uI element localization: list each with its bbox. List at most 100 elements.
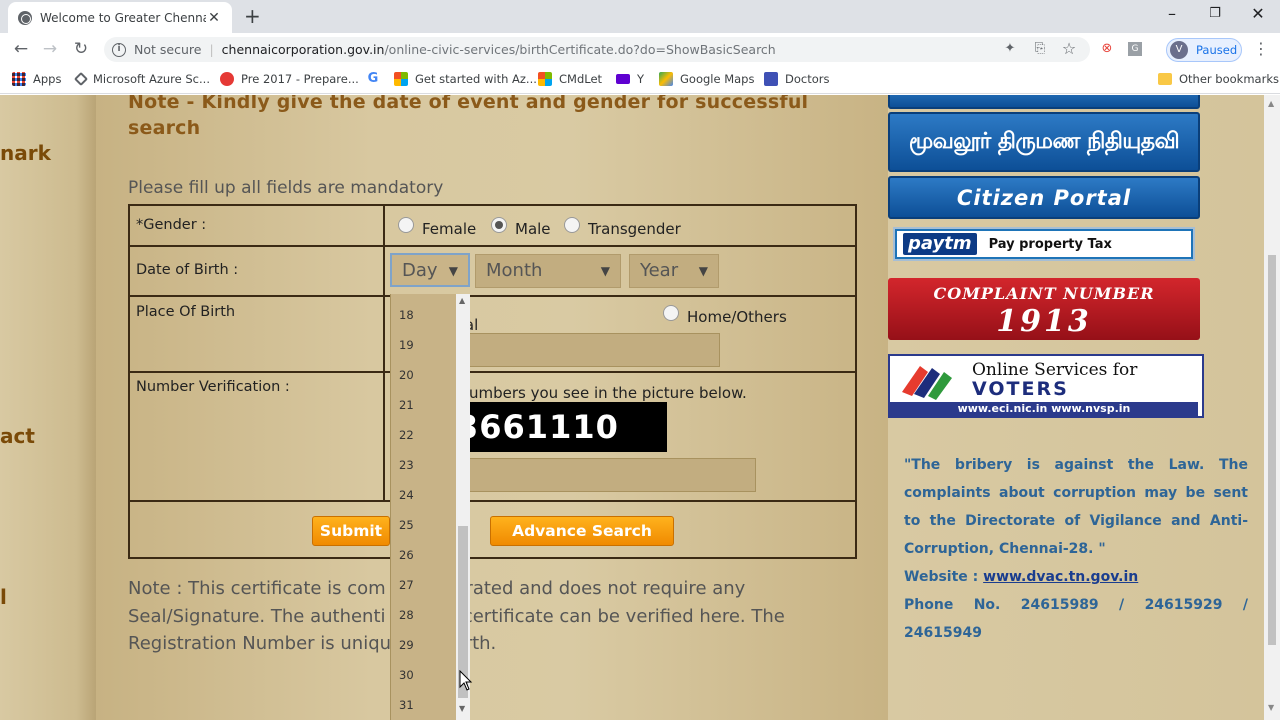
paytm-banner[interactable]: paytm Pay property Tax	[895, 229, 1193, 259]
folder-icon	[1158, 73, 1172, 85]
bookmark-cmdlet[interactable]: CMdLet	[538, 72, 602, 86]
restore-icon[interactable]: ❐	[1200, 6, 1230, 21]
top-banner-partial[interactable]	[888, 95, 1200, 109]
paytm-logo: paytm	[903, 233, 977, 255]
maps-icon	[659, 72, 673, 86]
month-select[interactable]: Month ▼	[475, 254, 621, 288]
bookmark-google[interactable]: G	[366, 72, 387, 86]
anti-corruption-notice: "The bribery is against the Law. The com…	[904, 457, 1248, 641]
advance-search-button[interactable]: Advance Search	[490, 516, 674, 546]
gender-transgender-radio[interactable]: Transgender	[564, 217, 681, 238]
bookmark-pre2017[interactable]: Pre 2017 - Prepare...	[220, 72, 359, 86]
dropdown-option-day[interactable]: 28	[399, 608, 414, 622]
dropdown-option-day[interactable]: 29	[399, 638, 414, 652]
dropdown-option-day[interactable]: 19	[399, 338, 414, 352]
dropdown-option-day[interactable]: 20	[399, 368, 414, 382]
dropdown-scrollbar[interactable]: ▲ ▼	[456, 294, 470, 720]
google-icon: G	[367, 71, 379, 86]
dropdown-option-day[interactable]: 21	[399, 398, 414, 412]
dropdown-option-day[interactable]: 27	[399, 578, 414, 592]
mail-icon	[616, 74, 630, 84]
verify-label: Number Verification :	[136, 379, 290, 395]
place-label: Place Of Birth	[136, 304, 236, 320]
chevron-down-icon: ▼	[600, 264, 610, 278]
left-menu-strip: nark act l	[0, 95, 96, 720]
dvac-website-link[interactable]: www.dvac.tn.gov.in	[983, 569, 1138, 585]
address-bar[interactable]: i Not secure | chennaicorporation.gov.in…	[104, 37, 1090, 62]
note-bottom: Note : This certificate is com nerated a…	[128, 578, 785, 654]
page-scrollbar[interactable]: ▲ ▼	[1264, 95, 1280, 720]
avatar: V	[1170, 41, 1188, 59]
left-menu-label[interactable]: l	[0, 585, 7, 609]
dropdown-option-day[interactable]: 18	[399, 308, 414, 322]
citizen-portal-banner[interactable]: Citizen Portal	[888, 176, 1200, 219]
apps-grid-icon	[12, 72, 26, 86]
profile-paused-button[interactable]: V Paused	[1166, 38, 1242, 62]
gender-male-radio[interactable]: Male	[491, 217, 551, 238]
bookmark-doctors[interactable]: Doctors	[764, 72, 829, 86]
page-scroll-thumb[interactable]	[1268, 255, 1276, 645]
bookmark-other[interactable]: Other bookmarks	[1158, 72, 1279, 86]
column-divider	[383, 206, 385, 500]
kebab-menu-icon[interactable]: ⋮	[1252, 40, 1270, 58]
tab-title: Welcome to Greater Chennai Co	[40, 10, 206, 25]
bookmark-yahoo[interactable]: Y	[616, 72, 644, 86]
scroll-down-icon[interactable]: ▼	[459, 704, 465, 713]
dropdown-option-day[interactable]: 30	[399, 668, 414, 682]
scroll-up-icon[interactable]: ▲	[1268, 99, 1274, 108]
complaint-number-banner[interactable]: COMPLAINT NUMBER 1913	[888, 278, 1200, 340]
bookmark-apps[interactable]: Apps	[12, 72, 61, 86]
puzzle-icon[interactable]: ✦	[1001, 40, 1019, 58]
birth-search-form: *Gender : Female Male Transgender Date o…	[128, 204, 857, 559]
note-top: Note - Kindly give the date of event and…	[128, 95, 809, 139]
window-close-icon[interactable]: ✕	[1243, 4, 1273, 23]
dob-label: Date of Birth :	[136, 262, 239, 278]
forward-arrow-icon[interactable]: →	[40, 39, 60, 59]
place-home-radio[interactable]: Home/Others	[663, 305, 787, 326]
year-select[interactable]: Year ▼	[629, 254, 719, 288]
submit-button[interactable]: Submit	[312, 516, 390, 546]
dropdown-option-day[interactable]: 22	[399, 428, 414, 442]
right-sidebar: மூவலூர் திருமண நிதியுதவி திட்டம் Citizen…	[888, 95, 1264, 720]
left-menu-label[interactable]: nark	[0, 141, 51, 165]
day-select[interactable]: Day ▼	[390, 253, 470, 287]
bookmark-azure[interactable]: Microsoft Azure Sc...	[73, 71, 210, 87]
bookmark-get-started[interactable]: Get started with Az...	[394, 72, 537, 86]
left-menu-label[interactable]: act	[0, 424, 35, 448]
bookmark-google-maps[interactable]: Google Maps	[659, 72, 754, 86]
back-arrow-icon[interactable]: ←	[11, 39, 31, 59]
captcha-input[interactable]	[465, 458, 756, 492]
phone-numbers: Phone No. 24615989 / 24615929 / 24615949	[904, 597, 1248, 641]
not-secure-label: Not secure	[134, 42, 202, 57]
new-tab-button[interactable]: +	[244, 5, 261, 27]
dropdown-option-day[interactable]: 24	[399, 488, 414, 502]
gender-female-radio[interactable]: Female	[398, 217, 476, 238]
gender-label: *Gender :	[136, 217, 207, 233]
star-icon[interactable]: ☆	[1060, 40, 1078, 58]
voters-services-banner[interactable]: Online Services for VOTERS www.eci.nic.i…	[888, 354, 1204, 418]
chevron-down-icon: ▼	[698, 264, 708, 278]
tamil-scheme-banner[interactable]: மூவலூர் திருமண நிதியுதவி திட்டம்	[888, 112, 1200, 210]
extension-red-icon[interactable]: ⊗	[1098, 40, 1116, 58]
tab-active[interactable]: Welcome to Greater Chennai Co ✕	[8, 2, 232, 33]
translate-icon[interactable]: ⎘	[1031, 40, 1049, 58]
dropdown-option-day[interactable]: 26	[399, 548, 414, 562]
dropdown-option-day[interactable]: 25	[399, 518, 414, 532]
reload-icon[interactable]: ↻	[71, 39, 91, 59]
scroll-down-icon[interactable]: ▼	[1268, 703, 1274, 712]
row-divider	[130, 500, 855, 502]
voting-hand-icon	[902, 366, 952, 400]
scroll-up-icon[interactable]: ▲	[459, 296, 465, 305]
day-dropdown-list[interactable]: 18 19 20 21 22 23 24 25 26 27 28 29 30 31 ▲ ▼	[390, 294, 470, 720]
dropdown-option-day[interactable]: 31	[399, 698, 414, 712]
place-input[interactable]	[460, 333, 720, 367]
paused-label: Paused	[1196, 43, 1238, 57]
captcha-hint: umbers you see in the picture below.	[469, 384, 747, 402]
dropdown-option-day[interactable]: 23	[399, 458, 414, 472]
extension-g-icon[interactable]: G	[1128, 42, 1142, 56]
info-icon[interactable]: i	[112, 42, 126, 57]
minimize-icon[interactable]: –	[1157, 4, 1187, 23]
url-host: chennaicorporation.gov.in	[221, 42, 385, 57]
chevron-down-icon: ▼	[448, 264, 458, 278]
tab-close-icon[interactable]: ✕	[206, 10, 222, 26]
